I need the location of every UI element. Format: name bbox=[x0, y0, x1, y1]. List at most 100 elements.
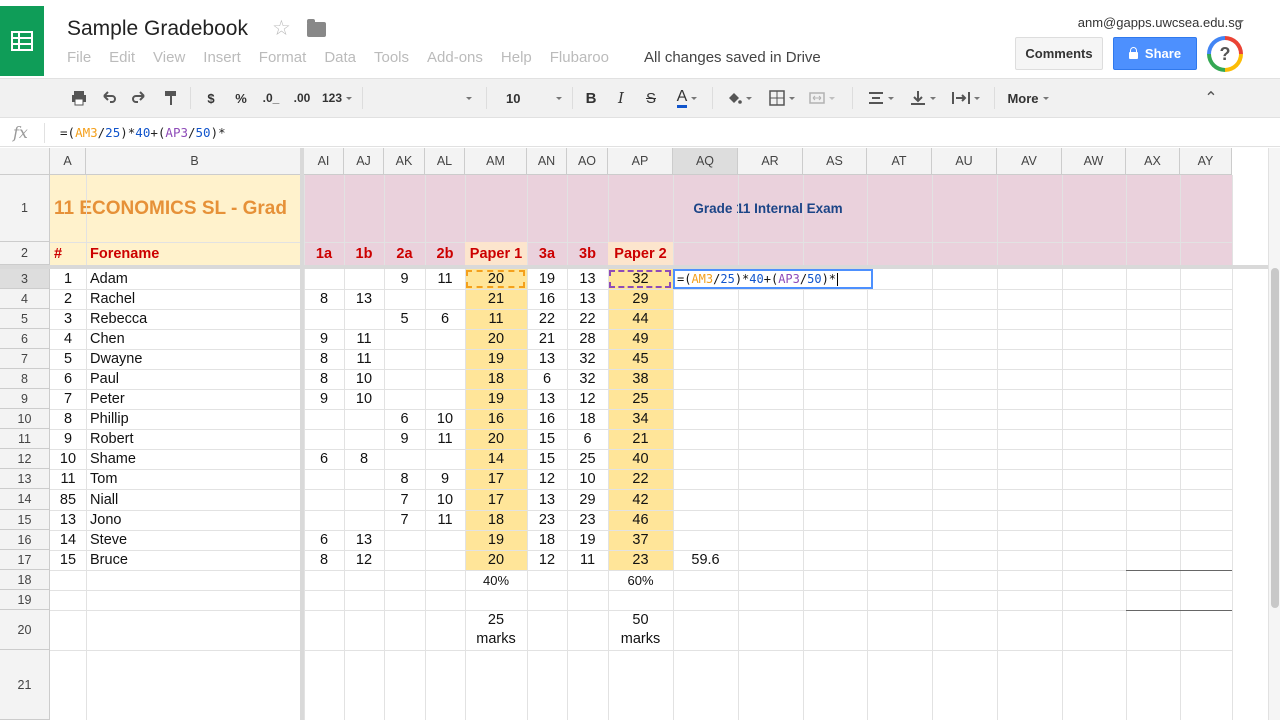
grade-cell[interactable]: 18 bbox=[527, 530, 567, 550]
menu-flubaroo[interactable]: Flubaroo bbox=[550, 49, 609, 66]
grade-cell[interactable]: 6 bbox=[567, 429, 608, 449]
column-header-ak[interactable]: AK bbox=[384, 148, 425, 175]
row-header-5[interactable]: 5 bbox=[0, 309, 50, 329]
grade-cell[interactable]: 16 bbox=[465, 409, 527, 429]
grade-cell[interactable]: 4 bbox=[50, 329, 86, 349]
grade-cell[interactable]: 13 bbox=[567, 289, 608, 309]
paint-format-icon[interactable] bbox=[160, 87, 182, 109]
student-name-cell[interactable]: Paul bbox=[86, 369, 304, 389]
redo-icon[interactable] bbox=[128, 87, 150, 109]
grade-cell[interactable]: 18 bbox=[465, 510, 527, 530]
menu-edit[interactable]: Edit bbox=[109, 49, 135, 66]
header-cell[interactable]: Paper 1 bbox=[465, 242, 527, 265]
menu-addons[interactable]: Add-ons bbox=[427, 49, 483, 66]
italic-button[interactable]: I bbox=[611, 87, 631, 109]
column-header-ap[interactable]: AP bbox=[608, 148, 673, 175]
grade-cell[interactable]: 8 bbox=[304, 289, 344, 309]
grade-cell[interactable]: 8 bbox=[344, 449, 384, 469]
column-header-al[interactable]: AL bbox=[425, 148, 465, 175]
column-header-av[interactable]: AV bbox=[997, 148, 1062, 175]
row-header-16[interactable]: 16 bbox=[0, 530, 50, 550]
help-icon[interactable]: ? bbox=[1207, 36, 1243, 72]
undo-icon[interactable] bbox=[98, 87, 120, 109]
grade-cell[interactable]: 16 bbox=[527, 289, 567, 309]
grade-cell[interactable]: 12 bbox=[567, 389, 608, 409]
grade-cell[interactable]: 7 bbox=[50, 389, 86, 409]
menu-insert[interactable]: Insert bbox=[203, 49, 241, 66]
header-cell[interactable]: Paper 2 bbox=[608, 242, 673, 265]
grade-cell[interactable]: 9 bbox=[304, 389, 344, 409]
row-header-17[interactable]: 17 bbox=[0, 550, 50, 570]
fill-color-button[interactable] bbox=[722, 87, 756, 109]
grade-cell[interactable]: 20 bbox=[465, 550, 527, 570]
grade-cell[interactable]: 8 bbox=[304, 369, 344, 389]
editing-cell-aq3[interactable]: =(AM3/25)* 40 +(AP3/50)* bbox=[673, 269, 873, 289]
grade-cell[interactable]: 18 bbox=[567, 409, 608, 429]
grade-cell[interactable]: 17 bbox=[465, 489, 527, 510]
text-color-button[interactable]: A bbox=[670, 87, 704, 109]
grade-cell[interactable]: 32 bbox=[567, 369, 608, 389]
account-email[interactable]: anm@gapps.uwcsea.edu.sg bbox=[1078, 15, 1242, 30]
sheets-logo-icon[interactable] bbox=[0, 6, 44, 76]
marks-paper2-cell[interactable]: 50 marks bbox=[608, 610, 673, 650]
grade-cell[interactable]: 12 bbox=[527, 469, 567, 489]
grade-cell[interactable]: 22 bbox=[567, 309, 608, 329]
grade-cell[interactable]: 3 bbox=[50, 309, 86, 329]
grade-cell[interactable]: 49 bbox=[608, 329, 673, 349]
row-header-18[interactable]: 18 bbox=[0, 570, 50, 590]
column-header-ai[interactable]: AI bbox=[304, 148, 344, 175]
grade-cell[interactable]: 23 bbox=[527, 510, 567, 530]
grade-cell[interactable]: 18 bbox=[465, 369, 527, 389]
row-header-10[interactable]: 10 bbox=[0, 409, 50, 429]
grade-cell[interactable]: 9 bbox=[384, 429, 425, 449]
student-name-cell[interactable]: Steve bbox=[86, 530, 304, 550]
column-header-as[interactable]: AS bbox=[803, 148, 867, 175]
grade-cell[interactable]: 44 bbox=[608, 309, 673, 329]
grade-cell[interactable]: 29 bbox=[567, 489, 608, 510]
student-name-cell[interactable]: Jono bbox=[86, 510, 304, 530]
star-icon[interactable]: ☆ bbox=[272, 16, 291, 41]
grade-cell[interactable]: 15 bbox=[527, 449, 567, 469]
column-header-b[interactable]: B bbox=[86, 148, 304, 175]
header-cell[interactable]: # bbox=[50, 242, 86, 265]
grade-cell[interactable]: 13 bbox=[344, 530, 384, 550]
column-header-aq[interactable]: AQ bbox=[673, 148, 738, 175]
grade-cell[interactable]: 16 bbox=[527, 409, 567, 429]
freeze-column-divider[interactable] bbox=[300, 148, 304, 720]
weight-paper2-cell[interactable]: 60% bbox=[608, 570, 673, 590]
student-name-cell[interactable]: Shame bbox=[86, 449, 304, 469]
strikethrough-button[interactable]: S bbox=[641, 87, 661, 109]
grade-cell[interactable]: 13 bbox=[527, 389, 567, 409]
scrollbar-thumb[interactable] bbox=[1271, 268, 1279, 608]
formula-input[interactable]: =(AM3/25)*40+(AP3/50)* bbox=[60, 125, 226, 140]
grade-cell[interactable]: 11 bbox=[344, 329, 384, 349]
row-header-1[interactable]: 1 bbox=[0, 175, 50, 242]
grade-cell[interactable]: 45 bbox=[608, 349, 673, 369]
grade-cell[interactable]: 14 bbox=[50, 530, 86, 550]
row-header-7[interactable]: 7 bbox=[0, 349, 50, 369]
grade-cell[interactable]: 6 bbox=[384, 409, 425, 429]
grade-cell[interactable]: 28 bbox=[567, 329, 608, 349]
column-header-ar[interactable]: AR bbox=[738, 148, 803, 175]
folder-icon[interactable] bbox=[307, 19, 326, 37]
grade-cell[interactable]: 10 bbox=[567, 469, 608, 489]
header-cell[interactable]: 1a bbox=[304, 242, 344, 265]
student-name-cell[interactable]: Peter bbox=[86, 389, 304, 409]
borders-button[interactable] bbox=[764, 87, 800, 109]
grade-cell[interactable]: 8 bbox=[384, 469, 425, 489]
document-title[interactable]: Sample Gradebook bbox=[67, 17, 248, 41]
chevron-down-icon[interactable] bbox=[1236, 20, 1244, 24]
row-header-13[interactable]: 13 bbox=[0, 469, 50, 489]
column-header-ay[interactable]: AY bbox=[1180, 148, 1232, 175]
student-name-cell[interactable]: Dwayne bbox=[86, 349, 304, 369]
student-name-cell[interactable]: Robert bbox=[86, 429, 304, 449]
grade-cell[interactable]: 14 bbox=[465, 449, 527, 469]
grade-cell[interactable]: 25 bbox=[608, 389, 673, 409]
student-name-cell[interactable]: Niall bbox=[86, 489, 304, 510]
grade-cell[interactable]: 13 bbox=[344, 289, 384, 309]
grade-cell[interactable]: 8 bbox=[304, 550, 344, 570]
sheet-title-cell[interactable]: 11 ECONOMICS SL - Grad bbox=[50, 175, 300, 242]
grade-cell[interactable]: 6 bbox=[304, 530, 344, 550]
grade-cell[interactable]: 10 bbox=[425, 409, 465, 429]
comments-button[interactable]: Comments bbox=[1015, 37, 1103, 70]
